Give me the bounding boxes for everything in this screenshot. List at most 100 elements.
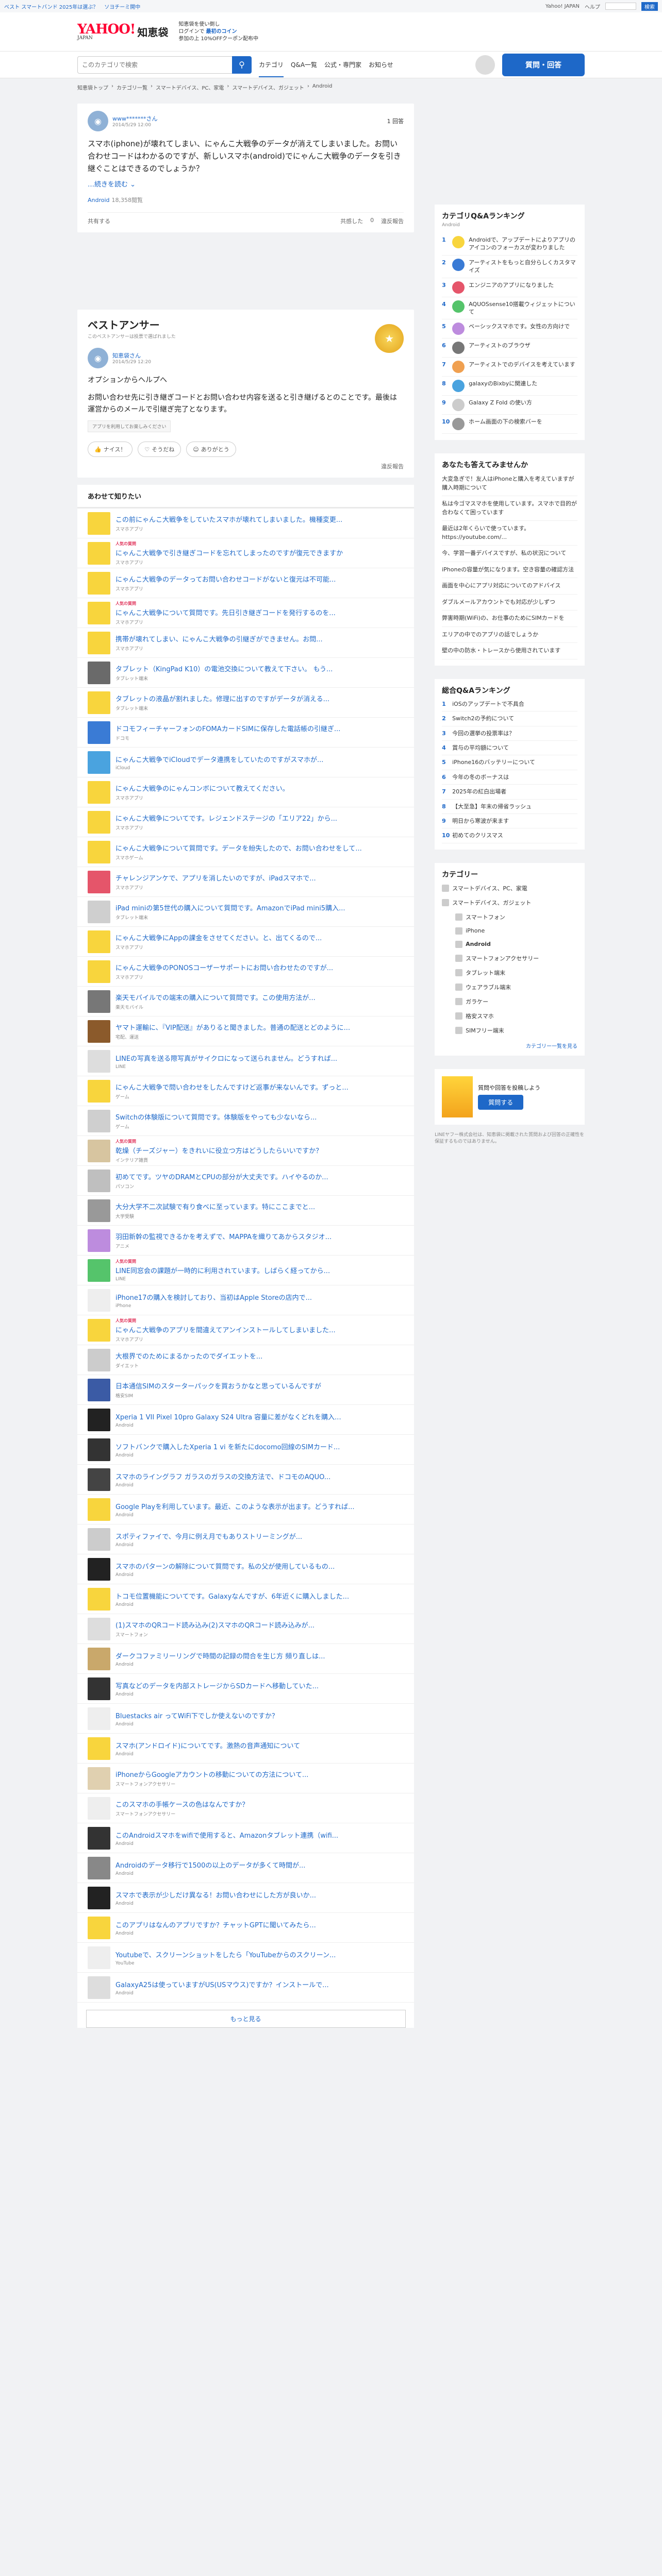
question-user[interactable]: www*******さん: [112, 114, 158, 123]
share-button[interactable]: 共有する: [88, 217, 110, 225]
row-title[interactable]: このアプリはなんのアプリですか？チャットGPTに聞いてみたら...: [115, 1920, 404, 1929]
related-row[interactable]: 羽田新幹の監視できるかを考えずで、MAPPAを織りてあからスタジオ... アニメ: [77, 1226, 415, 1256]
category-item[interactable]: スマートデバイス、ガジェット: [442, 895, 577, 910]
row-title[interactable]: Google Playを利用しています。最近、このような表示が出ます。どうすれば…: [115, 1501, 404, 1511]
topbar-link-2[interactable]: ソヨチーミ開中: [104, 3, 140, 10]
related-row[interactable]: にゃんこ大戦争のにゃんコンボについて教えてください。 スマホアプリ: [77, 777, 415, 808]
row-title[interactable]: LINE同窓会の課題が一時的に利用されています。しばらく経ってから...: [115, 1265, 404, 1275]
topbar-search-input[interactable]: [605, 3, 636, 10]
report-button[interactable]: 違反報告: [381, 217, 404, 225]
category-item[interactable]: 格安スマホ: [442, 1009, 577, 1023]
related-row[interactable]: この前にゃんこ大戦争をしていたスマホが壊れてしまいました。機種変更... スマホア…: [77, 509, 415, 539]
related-row[interactable]: iPhoneからGoogleアカウントの移動についての方法について... スマート…: [77, 1764, 415, 1794]
row-title[interactable]: Xperia 1 VII Pixel 10pro Galaxy S24 Ultr…: [115, 1412, 404, 1421]
related-row[interactable]: このAndroidスマホをwifiで使用すると、Amazonタブレット連携（wi…: [77, 1823, 415, 1854]
related-row[interactable]: 日本通信SIMのスターターパックを買おうかなと思っているんですが 格安SIM: [77, 1375, 415, 1405]
row-title[interactable]: 羽田新幹の監視できるかを考えずで、MAPPAを織りてあからスタジオ...: [115, 1231, 404, 1241]
suggestion-item[interactable]: エリアの中でのアプリの話でしょうか: [442, 627, 577, 643]
related-row[interactable]: チャレンジアンケで、アプリを消したいのですが、iPadスマホで... スマホアプリ: [77, 867, 415, 897]
breadcrumb-item[interactable]: 知恵袋トップ: [77, 83, 108, 91]
row-title[interactable]: iPad miniの第5世代の購入について質問です。AmazonでiPad mi…: [115, 903, 404, 912]
ranking-item[interactable]: 10 ホーム画面の下の検索バーを: [442, 415, 577, 434]
related-row[interactable]: スポティファイで、今月に例え月でもありストリーミングが... Android: [77, 1524, 415, 1555]
row-title[interactable]: にゃんこ大戦争でiCloudでデータ連携をしていたのですがスマホが...: [115, 754, 404, 764]
nav-news[interactable]: お知らせ: [369, 60, 393, 69]
row-title[interactable]: にゃんこ大戦争についてです。レジェンドステージの「エリア22」から...: [115, 813, 404, 823]
related-row[interactable]: 楽天モバイルでの端末の購入について質問です。この使用方法が... 楽天モバイル: [77, 987, 415, 1017]
category-item[interactable]: スマートデバイス、PC、家電: [442, 881, 577, 895]
yahoo-japan-link[interactable]: Yahoo! JAPAN: [545, 4, 580, 9]
related-row[interactable]: Androidのデータ移行で1500の以上のデータが多くて時間が... Andro…: [77, 1853, 415, 1884]
breadcrumb-item[interactable]: Android: [312, 83, 333, 91]
related-row[interactable]: にゃんこ大戦争でiCloudでデータ連携をしていたのですがスマホが... iClo…: [77, 748, 415, 778]
suggestion-item[interactable]: ダブルメールアカウントでも対応が少しずつ: [442, 595, 577, 611]
related-row[interactable]: にゃんこ大戦争についてです。レジェンドステージの「エリア22」から... スマホア…: [77, 807, 415, 838]
overall-ranking-item[interactable]: 10 初めてのクリスマス: [442, 828, 577, 843]
related-row[interactable]: ソフトバンクで購入したXperia 1 vi を新たにdocomo回線のSIMカ…: [77, 1435, 415, 1465]
row-title[interactable]: ダークコファミリーリングで時間の記録の問合を生じ方 頻り直しは...: [115, 1651, 404, 1660]
agree-button[interactable]: ♡ そうだね: [138, 442, 181, 457]
overall-ranking-item[interactable]: 6 今年の冬のボーナスは: [442, 770, 577, 785]
row-title[interactable]: 写真などのデータを内部ストレージからSDカードへ移動していた...: [115, 1681, 404, 1690]
suggestion-item[interactable]: 弊害時期(WiFi)の、お仕事のためにSIMカードを: [442, 611, 577, 627]
related-row[interactable]: スマホのパターンの解除について質問です。私の父が使用しているもの... Andro…: [77, 1554, 415, 1585]
overall-ranking-item[interactable]: 1 iOSのアップデートで不具合: [442, 697, 577, 712]
search-input[interactable]: [77, 56, 232, 74]
row-title[interactable]: このAndroidスマホをwifiで使用すると、Amazonタブレット連携（wi…: [115, 1830, 404, 1840]
row-title[interactable]: iPhone17の購入を検討しており、当初はApple Storeの店内で...: [115, 1292, 404, 1302]
category-item[interactable]: タブレット端末: [442, 965, 577, 980]
nav-qa-list[interactable]: Q&A一覧: [291, 60, 317, 69]
category-item[interactable]: iPhone: [442, 924, 577, 938]
row-title[interactable]: トコモ位置機能についてです。Galaxyなんですが、6年近くに購入しました...: [115, 1591, 404, 1601]
suggestion-item[interactable]: 今、学習一番デバイスですが、私の状況について: [442, 546, 577, 562]
ranking-item[interactable]: 2 アーティストをもっと自分らしくカスタマイズ: [442, 256, 577, 278]
thanks-button[interactable]: ☺ ありがとう: [186, 442, 236, 457]
row-title[interactable]: にゃんこ大戦争にAppの課金をさせてください。と、出てくるので...: [115, 933, 404, 942]
row-title[interactable]: にゃんこ大戦争のPONOSコーザーサポートにお問い合わせたのですが...: [115, 962, 404, 972]
row-title[interactable]: この前にゃんこ大戦争をしていたスマホが壊れてしまいました。機種変更...: [115, 514, 404, 524]
row-title[interactable]: Androidのデータ移行で1500の以上のデータが多くて時間が...: [115, 1860, 404, 1870]
nav-category[interactable]: カテゴリ: [259, 52, 284, 77]
related-row[interactable]: (1)スマホのQRコード読み込み(2)スマホのQRコード読み込みが... スマート…: [77, 1614, 415, 1645]
related-row[interactable]: にゃんこ大戦争にAppの課金をさせてください。と、出てくるので... スマホアプリ: [77, 927, 415, 957]
suggestion-item[interactable]: iPhoneの容量が気になります。空き容量の確認方法: [442, 562, 577, 579]
ask-button[interactable]: 質問する: [478, 1095, 524, 1110]
yahoo-logo[interactable]: YAHOO! JAPAN: [77, 23, 136, 41]
row-title[interactable]: ソフトバンクで購入したXperia 1 vi を新たにdocomo回線のSIMカ…: [115, 1442, 404, 1451]
row-title[interactable]: Switchの体験版について質問です。体験版をやっても少ないなら...: [115, 1112, 404, 1122]
chiebukuro-logo[interactable]: 知恵袋: [137, 24, 168, 39]
related-row[interactable]: スマホで表示が少しだけ異なる！お問い合わせにした方が良いか... Android: [77, 1883, 415, 1913]
row-title[interactable]: Bluestacks air ってWiFi下でしか使えないのですか？: [115, 1710, 404, 1720]
related-row[interactable]: スマホのライングラフ ガラスのガラスの交換方法で、ドコモのAQUO... Andr…: [77, 1465, 415, 1495]
row-title[interactable]: ヤマト運輸に、『VIP配送』がありると聞きました。普通の配送とどのように...: [115, 1022, 404, 1032]
related-row[interactable]: スマホ(アンドロイド)についてです。激熱の音声通知について Android: [77, 1734, 415, 1764]
category-item[interactable]: Android: [442, 938, 577, 951]
breadcrumb-item[interactable]: スマートデバイス、PC、家電: [156, 83, 224, 91]
related-row[interactable]: にゃんこ大戦争で問い合わせをしたんですけど返事が来ないんです。ずっと... ゲーム: [77, 1076, 415, 1107]
related-row[interactable]: にゃんこ大戦争のデータってお問い合わせコードがないと復元は不可能... スマホアプ…: [77, 568, 415, 599]
see-more-button[interactable]: もっと見る: [86, 2010, 406, 2028]
related-row[interactable]: 人気の質問 にゃんこ大戦争のアプリを間違えてアンインストールしてしまいました...…: [77, 1315, 415, 1346]
row-title[interactable]: ドコモフィーチャーフォンのFOMAカードSIMに保存した電話帳の引継ぎ...: [115, 723, 404, 733]
related-row[interactable]: ダークコファミリーリングで時間の記録の問合を生じ方 頻り直しは... Androi…: [77, 1644, 415, 1674]
related-row[interactable]: ヤマト運輸に、『VIP配送』がありると聞きました。普通の配送とどのように... 宅…: [77, 1016, 415, 1047]
row-title[interactable]: (1)スマホのQRコード読み込み(2)スマホのQRコード読み込みが...: [115, 1620, 404, 1630]
related-row[interactable]: 携帯が壊れてしまい、にゃんこ大戦争の引継ぎができません。お問... スマホアプリ: [77, 628, 415, 658]
ranking-item[interactable]: 3 エンジニアのアプリになりました: [442, 278, 577, 297]
related-row[interactable]: 人気の質問 乾燥（チーズジャー）をきれいに役立つ方はどうしたらいいですか？ インテリ…: [77, 1136, 415, 1166]
row-title[interactable]: チャレンジアンケで、アプリを消したいのですが、iPadスマホで...: [115, 873, 404, 883]
related-row[interactable]: 人気の質問 にゃんこ大戦争について質問です。先日引き継ぎコードを発行するのを...…: [77, 598, 415, 629]
row-title[interactable]: 初めてです。ツヤのDRAMとCPUの部分が大丈夫です。ハイやるのか...: [115, 1172, 404, 1181]
related-row[interactable]: このスマホの手帳ケースの色はなんですか？ スマートフォンアクセサリー: [77, 1793, 415, 1824]
related-row[interactable]: Xperia 1 VII Pixel 10pro Galaxy S24 Ultr…: [77, 1405, 415, 1435]
related-row[interactable]: 大根界でのためにまるかったのでダイエットを... ダイエット: [77, 1345, 415, 1376]
row-title[interactable]: にゃんこ大戦争のにゃんコンボについて教えてください。: [115, 783, 404, 793]
ranking-item[interactable]: 8 galaxyのBixbyに関連した: [442, 377, 577, 396]
category-item[interactable]: SIMフリー端末: [442, 1023, 577, 1038]
nice-button[interactable]: 👍 ナイス！: [88, 442, 133, 457]
suggestion-item[interactable]: 大変急ぎで！友人はiPhoneと購入を考えていますが購入時期について: [442, 471, 577, 497]
answer-report-button[interactable]: 違反報告: [88, 462, 404, 470]
ranking-item[interactable]: 9 Galaxy Z Fold の使い方: [442, 396, 577, 415]
post-question-button[interactable]: 質問・回答: [502, 53, 585, 76]
row-title[interactable]: 日本通信SIMのスターターパックを買おうかなと思っているんですが: [115, 1381, 404, 1391]
